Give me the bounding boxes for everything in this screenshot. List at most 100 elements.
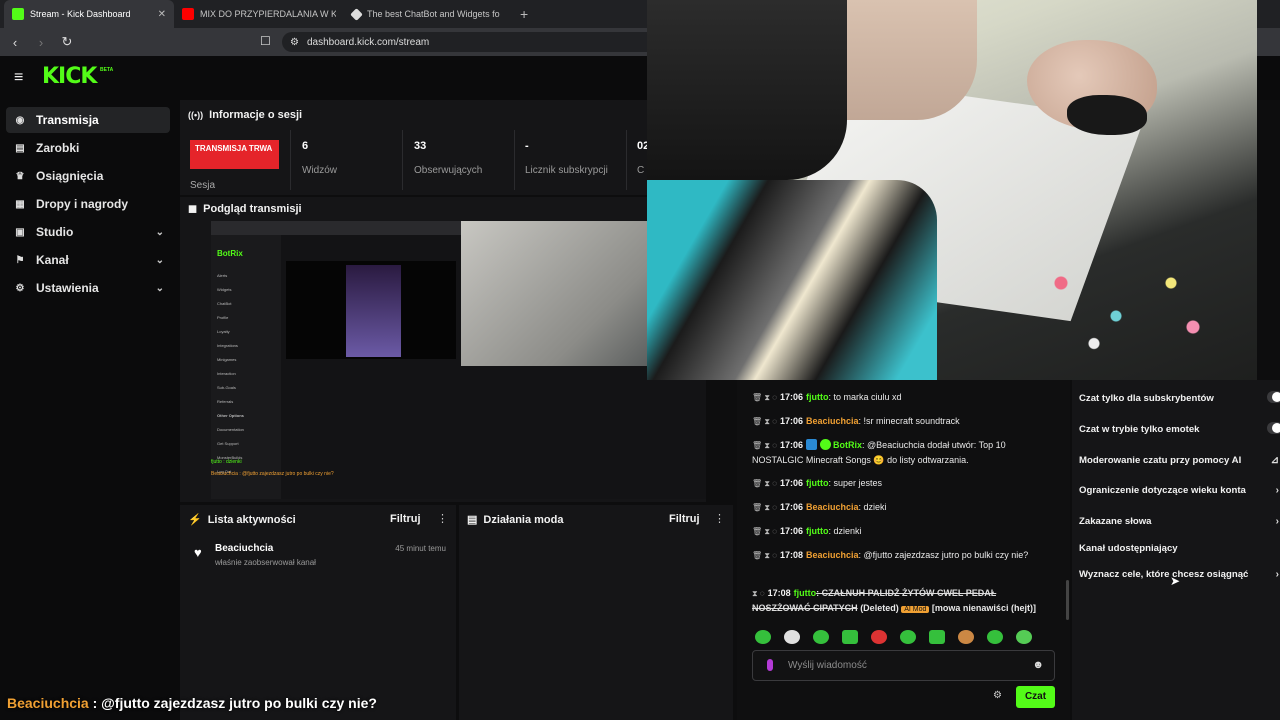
chat-message: 🗑 ⧗ ◌ 17:06 Beaciuchcia: dzieki [752, 500, 1057, 515]
chevron-down-icon[interactable]: ⌄ [156, 283, 164, 294]
message-tools[interactable]: 🗑 ⧗ ◌ [752, 393, 777, 402]
panel-title-text: Lista aktywności [207, 513, 296, 526]
more-options-icon[interactable]: ⋮ [714, 512, 725, 525]
emote-icon[interactable] [813, 630, 829, 644]
mouse-cursor-icon: ➤ [1170, 574, 1181, 588]
activity-filter-button[interactable]: Filtruj [390, 513, 421, 525]
message-user[interactable]: fjutto [806, 526, 829, 536]
chevron-right-icon[interactable]: › [1276, 485, 1279, 496]
close-tab-icon[interactable]: ✕ [158, 9, 166, 20]
message-user[interactable]: fjutto [806, 478, 829, 488]
sidebar-item-dropy[interactable]: ▦ Dropy i nagrody [6, 191, 170, 217]
sidebar-item-kanal[interactable]: ⚑ Kanał ⌄ [6, 247, 170, 273]
forward-icon[interactable]: › [30, 35, 52, 50]
edit-icon[interactable]: ⊿ [1271, 455, 1279, 466]
emote-icon[interactable] [1016, 630, 1032, 644]
message-tools[interactable]: 🗑 ⧗ ◌ [752, 441, 777, 450]
chat-scrollbar[interactable] [1066, 580, 1069, 620]
preview-nested-screen [346, 265, 401, 357]
setting-banned-words[interactable]: Zakazane słowa › [1079, 516, 1279, 527]
sidebar-item-studio[interactable]: ▣ Studio ⌄ [6, 219, 170, 245]
message-tools[interactable]: 🗑 ⧗ ◌ [752, 417, 777, 426]
message-tools[interactable]: ⧗ ◌ [752, 589, 765, 598]
reload-icon[interactable]: ↻ [56, 34, 78, 50]
browser-tab-botrix[interactable]: The best ChatBot and Widgets fo [344, 0, 514, 28]
divider [290, 130, 291, 190]
browser-tab-youtube[interactable]: MIX DO PRZYPIERDALANIA W KRAW [174, 0, 344, 28]
session-label: Sesja [190, 180, 216, 191]
emote-icon[interactable] [958, 630, 974, 644]
message-tools[interactable]: 🗑 ⧗ ◌ [752, 551, 777, 560]
chart-icon: ▤ [15, 142, 25, 154]
chat-message: 🗑 ⧗ ◌ 17:06 fjutto: dzienki [752, 524, 1057, 539]
caption-user: Beaciuchcia [7, 695, 89, 711]
back-icon[interactable]: ‹ [4, 35, 26, 50]
sidebar-item-label: Osiągnięcia [36, 169, 104, 183]
stream-preview-video[interactable]: BotRix Alerts Widgets ChatBot Profile Lo… [211, 221, 706, 499]
sidebar-item-transmisja[interactable]: ◉ Transmisja [6, 107, 170, 133]
emote-icon[interactable] [871, 630, 887, 644]
sidebar-item-osiagniecia[interactable]: ♛ Osiągnięcia [6, 163, 170, 189]
panel-title-text: Informacje o sesji [209, 109, 303, 121]
preview-menu-item: Documentation [217, 427, 244, 432]
send-chat-button[interactable]: Czat [1016, 686, 1055, 708]
message-tools[interactable]: 🗑 ⧗ ◌ [752, 503, 777, 512]
setting-subscribers-only[interactable]: Czat tylko dla subskrybentów [1079, 391, 1280, 404]
kick-logo[interactable]: KICK [42, 64, 97, 89]
activity-username[interactable]: Beaciuchcia [215, 543, 273, 554]
emote-icon[interactable] [900, 630, 916, 644]
message-user[interactable]: Beaciuchcia [806, 550, 859, 560]
message-user[interactable]: fjutto [806, 392, 829, 402]
subscribers-only-toggle[interactable] [1267, 391, 1280, 403]
browser-tab-kick[interactable]: Stream - Kick Dashboard ✕ [4, 0, 174, 28]
message-tools[interactable]: 🗑 ⧗ ◌ [752, 479, 777, 488]
chevron-right-icon[interactable]: › [1276, 569, 1279, 580]
chevron-right-icon[interactable]: › [1276, 516, 1279, 527]
chat-message-input[interactable]: Wyślij wiadomość ☻ [752, 650, 1055, 681]
message-user[interactable]: Beaciuchcia [806, 502, 859, 512]
setting-emote-only[interactable]: Czat w trybie tylko emotek [1079, 422, 1280, 435]
viewers-stat: 6 Widzów [302, 140, 412, 177]
setting-label: Moderowanie czatu przy pomocy AI [1079, 455, 1242, 466]
more-options-icon[interactable]: ⋮ [437, 512, 448, 525]
emote-icon[interactable] [784, 630, 800, 644]
sidebar-item-zarobki[interactable]: ▤ Zarobki [6, 135, 170, 161]
mod-filter-button[interactable]: Filtruj [669, 513, 700, 525]
setting-account-age[interactable]: Ograniczenie dotyczące wieku konta › [1079, 485, 1279, 496]
site-info-icon[interactable]: ⚙ [290, 37, 299, 48]
sidebar-item-ustawienia[interactable]: ⚙ Ustawienia ⌄ [6, 275, 170, 301]
bookmark-icon[interactable]: ☐ [260, 34, 271, 48]
chat-settings-icon[interactable]: ⚙ [993, 690, 1002, 701]
url-bar[interactable]: ⚙ dashboard.kick.com/stream [282, 32, 702, 52]
subs-label: Licznik subskrypcji [525, 165, 608, 176]
followers-count: 33 [414, 140, 427, 152]
message-user[interactable]: BotRix [833, 440, 862, 450]
message-time: 17:08 [767, 588, 791, 598]
message-user[interactable]: Beaciuchcia [806, 416, 859, 426]
new-tab-icon[interactable]: + [514, 6, 534, 22]
lightning-icon: ⚡ [188, 514, 202, 526]
session-info-title: ((•)) Informacje o sesji [188, 109, 302, 121]
message-time: 17:06 [779, 392, 804, 402]
message-tools[interactable]: 🗑 ⧗ ◌ [752, 527, 777, 536]
menu-icon[interactable]: ≡ [14, 69, 23, 87]
subs-stat: - Licznik subskrypcji [525, 140, 625, 177]
emote-icon[interactable] [929, 630, 945, 644]
preview-app-name: BotRix [217, 249, 243, 258]
chevron-down-icon[interactable]: ⌄ [156, 227, 164, 238]
preview-menu-item: Referrals [217, 399, 234, 404]
chevron-down-icon[interactable]: ⌄ [156, 255, 164, 266]
emote-icon[interactable] [842, 630, 858, 644]
document-icon: ▤ [467, 514, 478, 526]
emoji-icon[interactable]: ☻ [1032, 659, 1044, 671]
setting-sharing-channel[interactable]: Kanał udostępniający [1079, 543, 1279, 554]
message-text: : super jestes [828, 478, 883, 488]
preview-menu-item: Get Support [217, 441, 239, 446]
setting-ai-moderation[interactable]: Moderowanie czatu przy pomocy AI ⊿ [1079, 455, 1279, 466]
emote-icon[interactable] [755, 630, 771, 644]
emote-only-toggle[interactable] [1267, 422, 1280, 434]
kick-favicon-icon [12, 8, 24, 20]
message-user[interactable]: fjutto [794, 588, 817, 598]
microphone-icon[interactable] [767, 659, 773, 671]
emote-icon[interactable] [987, 630, 1003, 644]
